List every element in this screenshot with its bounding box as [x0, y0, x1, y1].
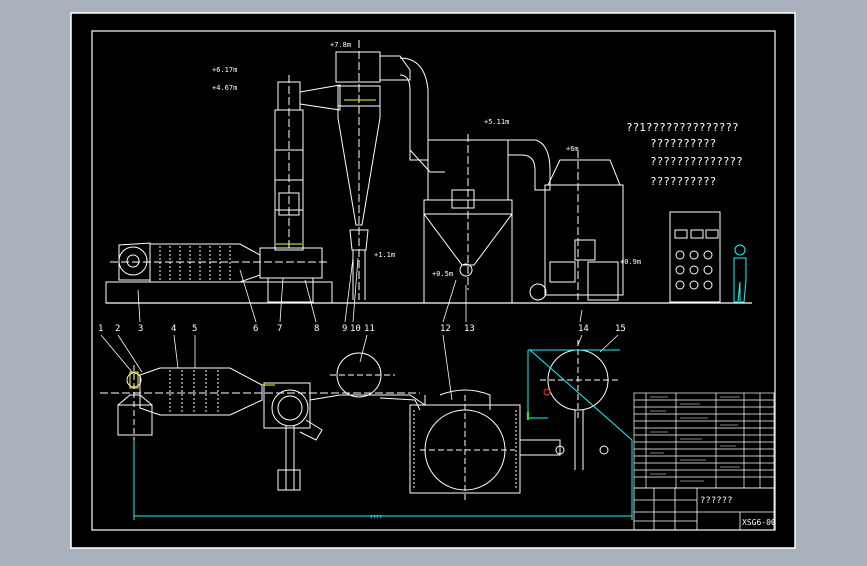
drawing-number: XSG6-00: [742, 518, 776, 527]
note-line: ??1??????????????: [626, 121, 739, 134]
drawing-canvas: +6.17m +4.67m +7.8m +5.11m +6m +1.1m +0.…: [0, 0, 867, 562]
part-number: 12: [440, 324, 451, 334]
part-number: 1: [98, 324, 103, 334]
part-number: 5: [192, 324, 197, 334]
note-line: ??????????: [650, 175, 716, 188]
note-line: ??????????: [650, 137, 716, 150]
part-number: 2: [115, 324, 120, 334]
elevation-label: +1.1m: [374, 251, 395, 259]
drawing-sheet: [70, 12, 796, 549]
elevation-label: +7.8m: [330, 41, 351, 49]
elevation-label: +5.11m: [484, 118, 509, 126]
part-number: 6: [253, 324, 258, 334]
elevation-label: +4.67m: [212, 84, 237, 92]
part-number: 13: [464, 324, 475, 334]
elevation-label: +0.5m: [432, 270, 453, 278]
elevation-label: +0.9m: [620, 258, 641, 266]
note-line: ??????????????: [650, 155, 743, 168]
part-number: 8: [314, 324, 319, 334]
dimension-label: ????: [370, 515, 382, 521]
cad-drawing: +6.17m +4.67m +7.8m +5.11m +6m +1.1m +0.…: [70, 12, 796, 549]
part-number: 3: [138, 324, 143, 334]
part-number: 14: [578, 324, 589, 334]
elevation-label: +6.17m: [212, 66, 237, 74]
title-block-title: ??????: [700, 496, 733, 506]
part-number: 9: [342, 324, 347, 334]
part-number: 11: [364, 324, 375, 334]
part-number: 15: [615, 324, 626, 334]
part-number: 4: [171, 324, 176, 334]
part-number: 7: [277, 324, 282, 334]
elevation-label: +6m: [566, 145, 579, 153]
part-number: 10: [350, 324, 361, 334]
